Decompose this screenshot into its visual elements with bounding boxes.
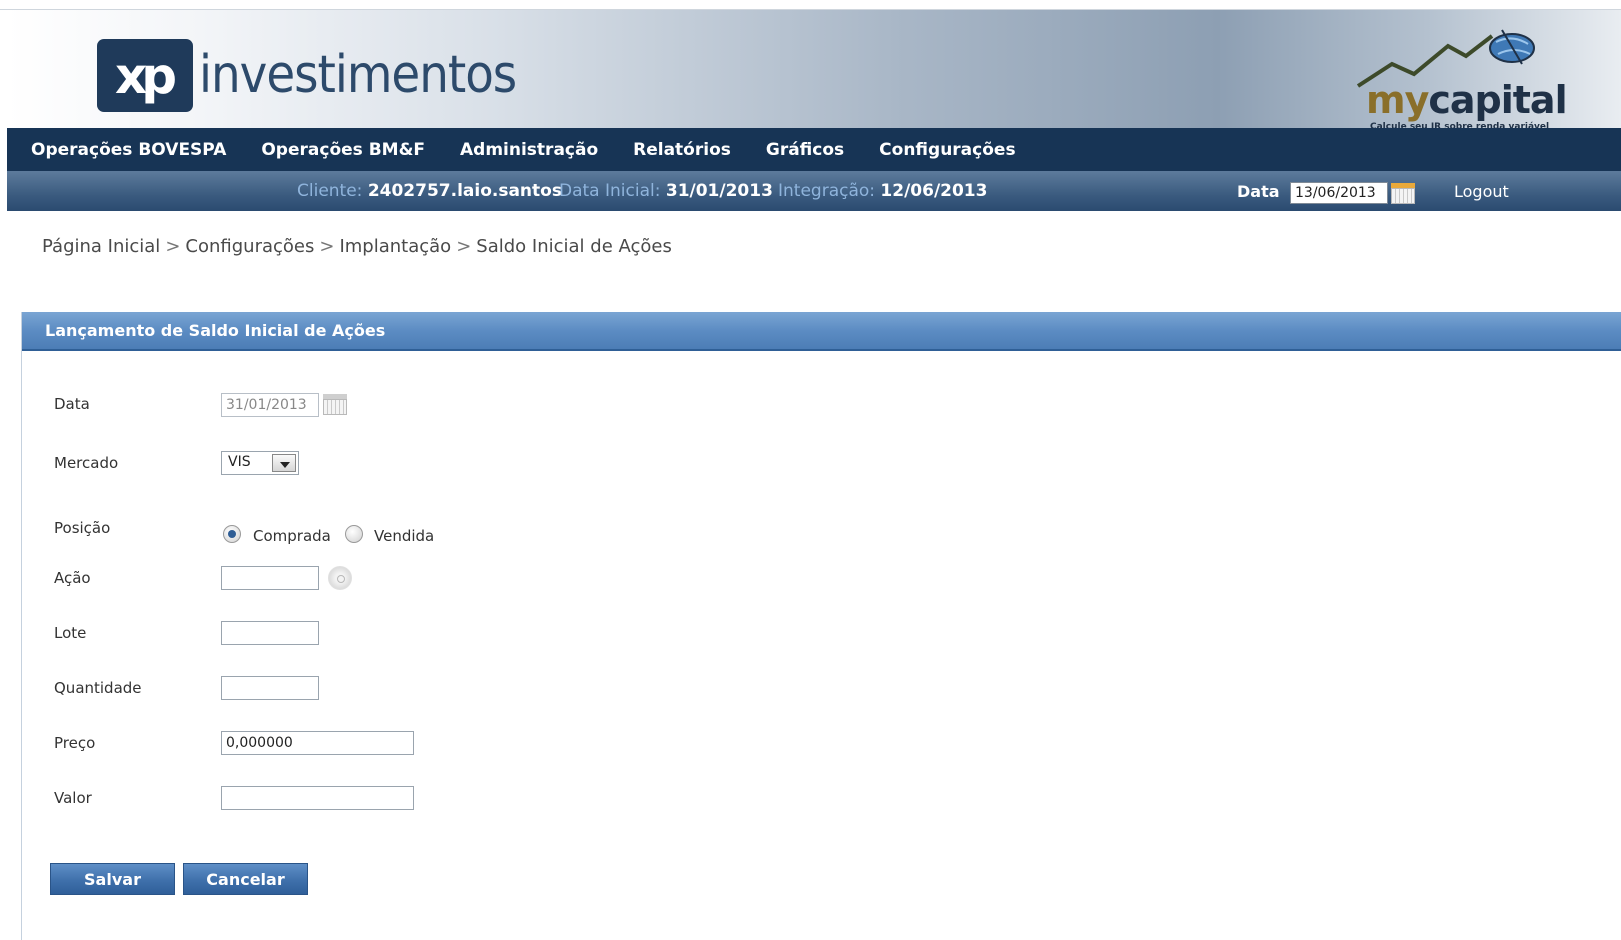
breadcrumb-implantacao[interactable]: Implantação <box>339 236 451 257</box>
mycapital-wordmark: mycapital <box>1366 78 1568 122</box>
xp-logo-wordmark: investimentos <box>199 45 517 105</box>
data-field-label: Data <box>54 395 90 413</box>
cliente-label: Cliente: <box>297 181 363 201</box>
panel-title: Lançamento de Saldo Inicial de Ações <box>45 321 386 340</box>
mycapital-logo[interactable]: mycapital Calcule seu IR sobre renda var… <box>1352 24 1568 136</box>
lookup-icon[interactable] <box>328 566 352 590</box>
data-inicial-info: Data Inicial: 31/01/2013 <box>559 171 773 211</box>
logout-link[interactable]: Logout <box>1454 182 1509 201</box>
acao-input[interactable] <box>221 566 319 590</box>
posicao-label: Posição <box>54 519 111 537</box>
nav-item-operacoes-bmf[interactable]: Operações BM&F <box>261 140 425 160</box>
nav-item-operacoes-bovespa[interactable]: Operações BOVESPA <box>31 140 226 160</box>
xp-logo-mark-text: xp <box>115 46 177 105</box>
lote-label: Lote <box>54 624 87 642</box>
nav-item-graficos[interactable]: Gráficos <box>766 140 844 160</box>
info-bar: Cliente: 2402757.laio.santos Data Inicia… <box>7 171 1621 211</box>
main-nav: Operações BOVESPA Operações BM&F Adminis… <box>7 128 1621 171</box>
preco-label: Preço <box>54 734 96 752</box>
header-banner: xp investimentos mycapital Calcule seu I… <box>7 10 1621 132</box>
valor-label: Valor <box>54 789 92 807</box>
acao-label: Ação <box>54 569 91 587</box>
salvar-button[interactable]: Salvar <box>50 863 175 895</box>
data-field-input[interactable] <box>221 393 319 417</box>
cancelar-button[interactable]: Cancelar <box>183 863 308 895</box>
radio-comprada-label[interactable]: Comprada <box>253 527 331 545</box>
valor-input[interactable] <box>221 786 414 810</box>
breadcrumb-separator: > <box>319 236 335 257</box>
breadcrumb-configuracoes[interactable]: Configurações <box>185 236 314 257</box>
breadcrumb-pagina-inicial[interactable]: Página Inicial <box>42 236 160 257</box>
integracao-label: Integração: <box>778 181 876 201</box>
mercado-select[interactable]: VIS <box>221 451 299 475</box>
lote-input[interactable] <box>221 621 319 645</box>
nav-item-relatorios[interactable]: Relatórios <box>633 140 731 160</box>
radio-comprada[interactable] <box>223 525 241 543</box>
breadcrumb: Página Inicial > Configurações > Implantação… <box>42 236 672 257</box>
mycapital-capital-text: capital <box>1428 78 1567 122</box>
breadcrumb-saldo-inicial: Saldo Inicial de Ações <box>476 236 672 257</box>
breadcrumb-separator: > <box>456 236 472 257</box>
cliente-info: Cliente: 2402757.laio.santos <box>297 171 562 211</box>
xp-logo-mark: xp <box>97 38 193 112</box>
calendar-icon[interactable] <box>1390 181 1416 205</box>
integracao-value: 12/06/2013 <box>880 181 988 201</box>
panel-header: Lançamento de Saldo Inicial de Ações <box>22 312 1621 351</box>
radio-vendida[interactable] <box>345 525 363 543</box>
cliente-value: 2402757.laio.santos <box>367 181 562 201</box>
data-inicial-label: Data Inicial: <box>559 181 661 201</box>
data-inicial-value: 31/01/2013 <box>665 181 773 201</box>
breadcrumb-separator: > <box>165 236 181 257</box>
mercado-label: Mercado <box>54 454 119 472</box>
quantidade-input[interactable] <box>221 676 319 700</box>
nav-item-configuracoes[interactable]: Configurações <box>879 140 1015 160</box>
calendar-icon[interactable] <box>322 392 348 416</box>
xp-investimentos-logo[interactable]: xp investimentos <box>97 35 517 115</box>
data-label: Data <box>1237 182 1280 201</box>
preco-input[interactable] <box>221 731 414 755</box>
mycapital-my-text: my <box>1366 78 1429 122</box>
nav-item-administracao[interactable]: Administração <box>460 140 598 160</box>
data-input[interactable] <box>1290 182 1388 204</box>
chevron-down-icon[interactable] <box>272 454 296 472</box>
quantidade-label: Quantidade <box>54 679 142 697</box>
mercado-selected-value: VIS <box>228 454 251 470</box>
integracao-info: Integração: 12/06/2013 <box>778 171 987 211</box>
radio-vendida-label[interactable]: Vendida <box>374 527 434 545</box>
